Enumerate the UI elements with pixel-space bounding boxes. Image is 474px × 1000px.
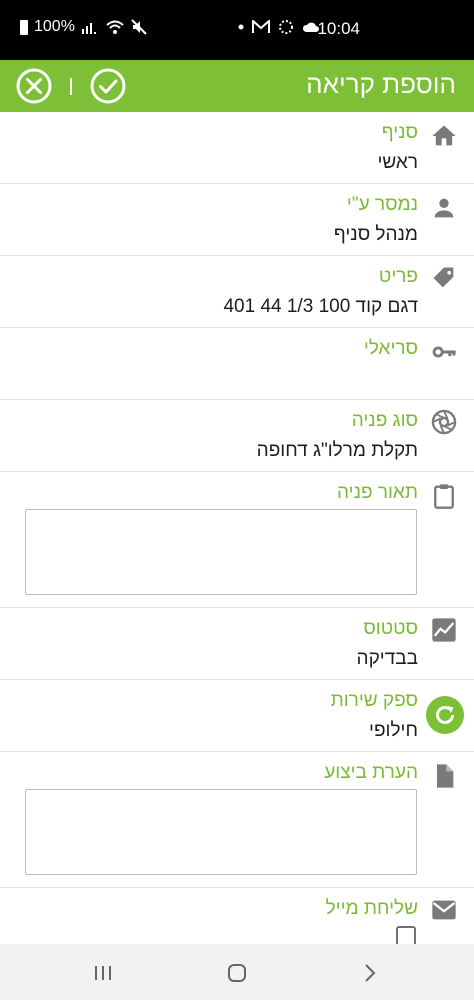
description-row: תאור פניה <box>0 472 474 608</box>
gmail-icon <box>252 20 270 33</box>
service-provider-label: ספק שירות <box>330 690 418 711</box>
request-type-row[interactable]: סוג פניה תקלת מרלו"ג דחופה <box>0 400 474 472</box>
battery-icon <box>20 19 28 35</box>
request-type-label: סוג פניה <box>351 410 418 431</box>
dot-icon <box>238 24 244 30</box>
delivered-by-label: נמסר ע"י <box>346 194 418 215</box>
page-title: הוספת קריאה <box>306 69 456 99</box>
send-mail-label: שליחת מייל <box>325 898 418 919</box>
navigation-bar <box>0 944 474 1000</box>
item-label: פריט <box>378 266 418 287</box>
person-icon <box>434 198 454 218</box>
send-mail-checkbox[interactable] <box>396 926 416 946</box>
branch-row[interactable]: סניף ראשי <box>0 112 474 184</box>
send-mail-row[interactable]: שליחת מייל <box>0 888 474 946</box>
home-button-icon[interactable] <box>224 960 250 986</box>
mail-icon <box>432 900 456 920</box>
execution-note-row: הערת ביצוע <box>0 752 474 888</box>
check-circle-icon <box>90 68 126 104</box>
status-value: בבדיקה <box>356 648 418 669</box>
branch-value: ראשי <box>377 152 418 173</box>
request-type-value: תקלת מרלו"ג דחופה <box>256 440 418 461</box>
service-provider-row[interactable]: ספק שירות חילופי <box>0 680 474 752</box>
clipboard-icon <box>434 484 454 509</box>
status-label: סטטוס <box>363 618 418 639</box>
execution-note-label: הערת ביצוע <box>324 762 418 783</box>
wifi-icon <box>106 20 124 34</box>
service-provider-value: חילופי <box>369 720 418 741</box>
close-circle-icon <box>16 68 52 104</box>
chart-icon <box>432 618 456 642</box>
status-notifications <box>238 19 320 35</box>
tag-icon <box>433 267 454 288</box>
status-left: 100% <box>20 18 147 36</box>
serial-row[interactable]: סריאלי <box>0 328 474 400</box>
back-icon[interactable] <box>357 960 383 986</box>
branch-label: סניף <box>381 122 418 143</box>
item-row[interactable]: פריט דגם קוד 100 1/3 44 401 <box>0 256 474 328</box>
app-bar: הוספת קריאה <box>0 60 474 112</box>
status-time: 10:04 <box>317 19 360 38</box>
status-bar: 100% 10:04 <box>0 0 474 60</box>
key-icon <box>432 346 456 358</box>
save-button[interactable] <box>88 66 128 106</box>
battery-percent: 100% <box>34 18 75 35</box>
description-label: תאור פניה <box>336 482 418 503</box>
appbar-divider <box>70 78 72 95</box>
home-icon <box>432 125 456 146</box>
item-value: דגם קוד 100 1/3 44 401 <box>223 296 418 317</box>
refresh-icon[interactable] <box>426 696 464 734</box>
document-icon <box>437 764 454 788</box>
sync-icon <box>279 20 293 34</box>
status-row[interactable]: סטטוס בבדיקה <box>0 608 474 680</box>
recent-apps-icon[interactable] <box>90 960 116 986</box>
signal-icon <box>81 23 96 34</box>
execution-note-input[interactable] <box>25 789 417 875</box>
aperture-icon <box>431 409 457 435</box>
cancel-button[interactable] <box>14 66 54 106</box>
mute-icon <box>131 19 147 35</box>
serial-label: סריאלי <box>363 338 418 359</box>
delivered-by-row[interactable]: נמסר ע"י מנהל סניף <box>0 184 474 256</box>
delivered-by-value: מנהל סניף <box>333 224 418 245</box>
description-input[interactable] <box>25 509 417 595</box>
